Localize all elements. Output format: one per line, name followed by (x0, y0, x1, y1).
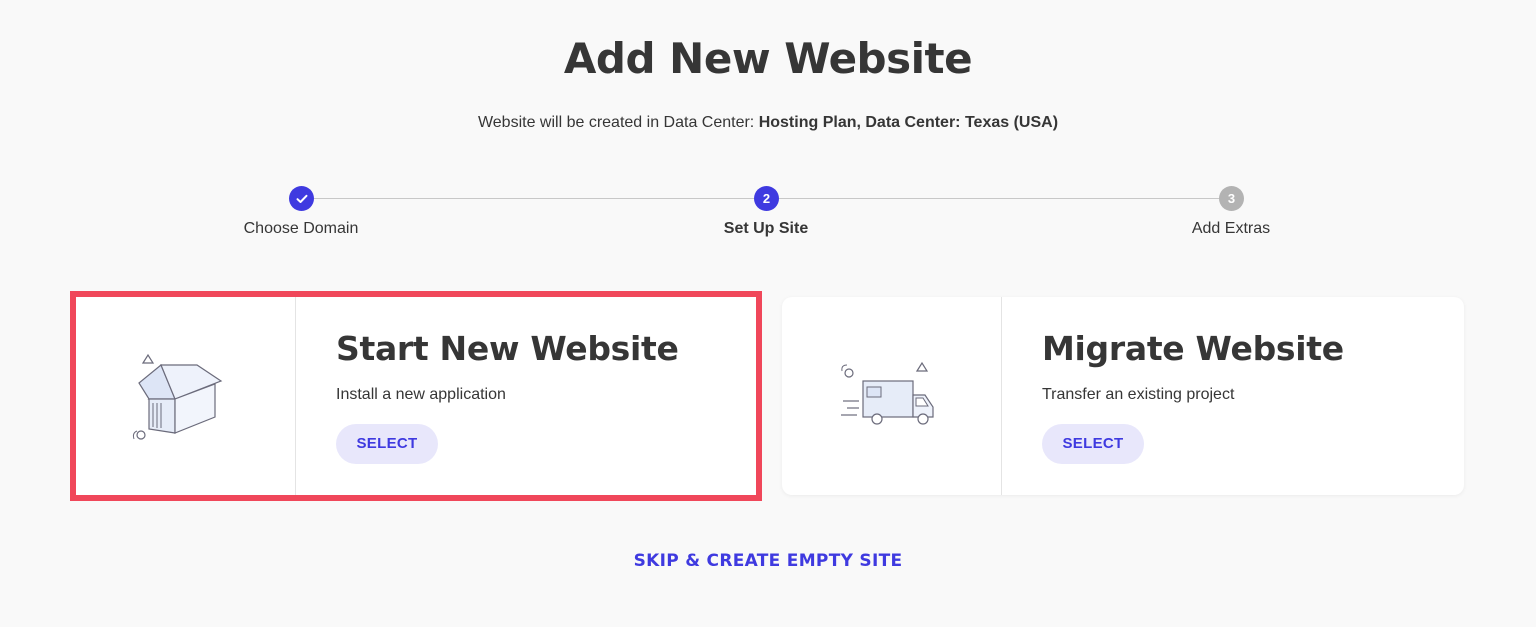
card-description: Transfer an existing project (1042, 386, 1235, 403)
data-center-value: Hosting Plan, Data Center: Texas (USA) (758, 114, 1059, 131)
step-label-add-extras: Add Extras (1191, 220, 1271, 237)
checkmark-icon (296, 194, 307, 203)
step-1-done-indicator (289, 186, 314, 211)
step-label-set-up-site: Set Up Site (723, 220, 809, 237)
step-3-indicator: 3 (1219, 186, 1244, 211)
start-new-website-select-button[interactable]: SELECT (336, 424, 438, 464)
step-label-choose-domain[interactable]: Choose Domain (201, 220, 401, 238)
skip-create-empty-site-link[interactable]: SKIP & CREATE EMPTY SITE (634, 551, 903, 571)
page-title: Add New Website (563, 34, 973, 83)
house-box-icon (132, 353, 222, 440)
card-title: Start New Website (336, 329, 679, 368)
step-connector-2 (779, 198, 1219, 199)
migrate-website-select-button[interactable]: SELECT (1042, 424, 1144, 464)
moving-truck-icon (840, 361, 934, 425)
card-illustration (76, 297, 296, 495)
data-center-info: Website will be created in Data Center: … (0, 114, 1536, 132)
step-2-indicator: 2 (754, 186, 779, 211)
data-center-prefix: Website will be created in Data Center: (477, 114, 759, 131)
card-description: Install a new application (336, 386, 506, 403)
card-title: Migrate Website (1042, 329, 1344, 368)
step-connector-1 (314, 198, 754, 199)
start-new-website-card[interactable]: Start New Website Install a new applicat… (70, 291, 762, 501)
card-illustration (782, 297, 1002, 495)
progress-stepper: 2 3 Choose Domain Set Up Site Add Extras (0, 186, 1536, 246)
migrate-website-card[interactable]: Migrate Website Transfer an existing pro… (782, 297, 1464, 495)
skip-link-container: SKIP & CREATE EMPTY SITE (0, 551, 1536, 571)
